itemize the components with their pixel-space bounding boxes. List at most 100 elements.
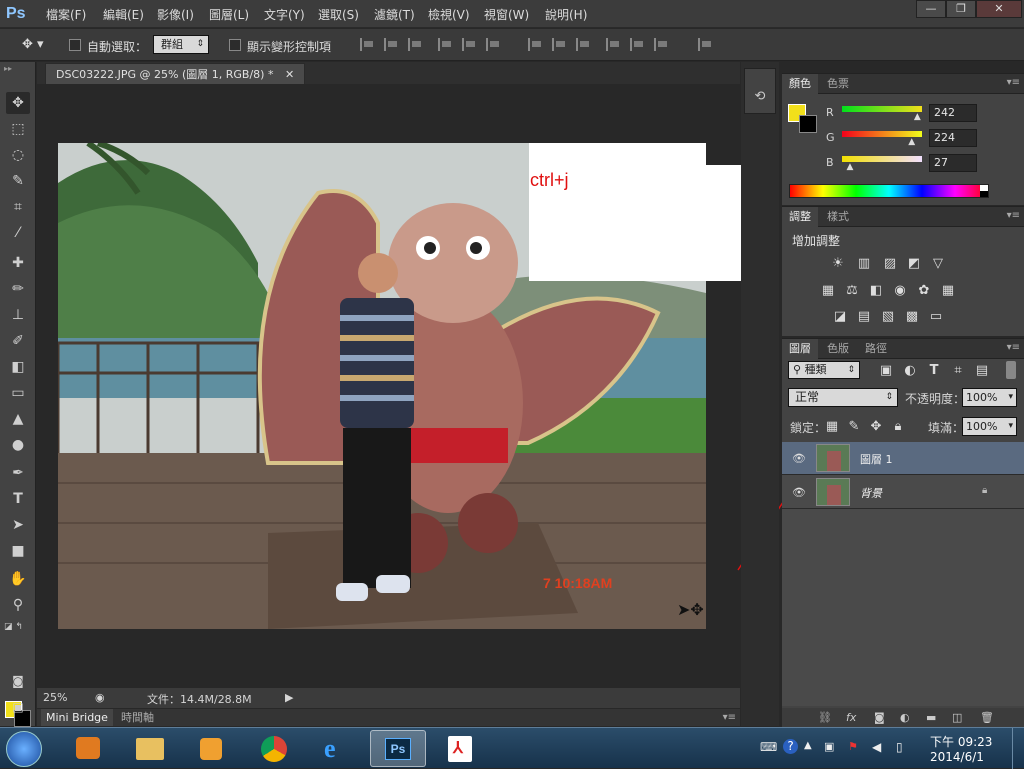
add-mask-icon[interactable]: ◙ xyxy=(874,711,885,724)
restore-button[interactable]: ❐ xyxy=(946,0,976,18)
menu-help[interactable]: 說明(H) xyxy=(545,6,587,23)
layer-row[interactable]: 👁︎ 背景 🔒︎ xyxy=(782,476,1024,509)
eye-visibility-icon[interactable]: 👁︎ xyxy=(792,452,806,465)
document-tab[interactable]: DSC03222.JPG @ 25% (圖層 1, RGB/8) * ✕ xyxy=(45,63,306,84)
menu-select[interactable]: 選取(S) xyxy=(318,6,359,23)
opacity-field[interactable]: 100% ▾ xyxy=(962,388,1017,407)
channel-mixer-icon[interactable]: ✿ xyxy=(916,284,932,298)
default-colors-icon[interactable]: ◪ ↰ xyxy=(4,622,23,632)
color-balance-icon[interactable]: ⚖ xyxy=(844,284,860,298)
taskbar-app-media[interactable] xyxy=(184,730,240,767)
menu-window[interactable]: 視窗(W) xyxy=(484,6,529,23)
new-group-icon[interactable]: ▬ xyxy=(926,711,936,724)
distribute-left-icon[interactable] xyxy=(606,38,620,51)
dodge-tool-icon[interactable]: ● xyxy=(6,434,30,456)
menu-edit[interactable]: 編輯(E) xyxy=(103,6,144,23)
filter-pixel-icon[interactable]: ▣ xyxy=(878,364,894,378)
black-white-icon[interactable]: ◧ xyxy=(868,284,884,298)
distribute-bottom-icon[interactable] xyxy=(576,38,590,51)
path-select-tool-icon[interactable]: ➤ xyxy=(6,514,30,536)
new-layer-icon[interactable]: ◫ xyxy=(952,711,962,724)
type-tool-icon[interactable]: T xyxy=(6,488,30,510)
photoshop-logo-icon[interactable]: Ps xyxy=(6,3,32,25)
screen-mode-icon[interactable]: ▣ xyxy=(6,696,30,718)
filter-toggle-switch[interactable] xyxy=(1006,361,1016,379)
color-panel-menu-icon[interactable]: ▾≡ xyxy=(1007,77,1020,88)
show-desktop-button[interactable] xyxy=(1012,728,1024,769)
levels-icon[interactable]: ▥ xyxy=(856,257,872,271)
brightness-contrast-icon[interactable]: ☀ xyxy=(830,257,846,271)
distribute-hcenter-icon[interactable] xyxy=(630,38,644,51)
filter-smart-object-icon[interactable]: ▤ xyxy=(974,364,990,378)
eyedropper-tool-icon[interactable]: ⁄ xyxy=(6,222,30,244)
filter-type-icon[interactable]: T xyxy=(926,364,942,378)
close-button[interactable]: ✕ xyxy=(976,0,1022,18)
collapse-tools-icon[interactable]: ▸▸ xyxy=(4,64,12,73)
delete-layer-icon[interactable]: 🗑︎ xyxy=(980,711,994,724)
crop-tool-icon[interactable]: ⌗ xyxy=(6,196,30,218)
b-slider[interactable] xyxy=(842,156,922,162)
quick-select-tool-icon[interactable]: ✎ xyxy=(6,170,30,192)
taskbar-app-ie[interactable]: e xyxy=(308,730,364,767)
eraser-tool-icon[interactable]: ◧ xyxy=(6,356,30,378)
marquee-tool-icon[interactable]: ⬚ xyxy=(6,118,30,140)
exposure-icon[interactable]: ◩ xyxy=(906,257,922,271)
b-slider-thumb-icon[interactable]: ▲ xyxy=(846,162,853,172)
threshold-icon[interactable]: ▧ xyxy=(880,310,896,324)
r-slider-thumb-icon[interactable]: ▲ xyxy=(914,112,921,122)
fill-arrow-icon[interactable]: ▾ xyxy=(1008,418,1013,435)
history-icon[interactable]: ⟲ xyxy=(745,89,775,104)
layer-name[interactable]: 背景 xyxy=(860,485,882,501)
photo-filter-icon[interactable]: ◉ xyxy=(892,284,908,298)
status-info-icon[interactable]: ◉ xyxy=(95,691,105,704)
status-expand-icon[interactable]: ▶ xyxy=(285,691,293,704)
align-top-icon[interactable] xyxy=(360,38,374,51)
align-right-icon[interactable] xyxy=(486,38,500,51)
zoom-tool-icon[interactable]: ⚲ xyxy=(6,594,30,616)
taskbar-app-explorer[interactable] xyxy=(122,730,178,767)
taskbar-app-chrome[interactable] xyxy=(246,730,302,767)
g-value-field[interactable]: 224 xyxy=(929,129,977,147)
layer-filter-dropdown[interactable]: ⚲ 種類 ⇕ xyxy=(788,361,860,379)
menu-image[interactable]: 影像(I) xyxy=(157,6,194,23)
tab-color[interactable]: 顏色 xyxy=(782,74,818,94)
lock-position-icon[interactable]: ✥ xyxy=(868,420,884,434)
layer-row[interactable]: 👁︎ 圖層 1 xyxy=(782,442,1024,475)
layer-style-icon[interactable]: fx xyxy=(846,711,856,724)
b-value-field[interactable]: 27 xyxy=(929,154,977,172)
rectangle-tool-icon[interactable]: ■ xyxy=(6,540,30,562)
posterize-icon[interactable]: ▤ xyxy=(856,310,872,324)
color-spectrum-ramp[interactable] xyxy=(789,184,989,198)
volume-icon[interactable]: ◀ xyxy=(872,740,881,754)
lock-image-icon[interactable]: ✎ xyxy=(846,420,862,434)
align-hcenter-icon[interactable] xyxy=(462,38,476,51)
distribute-right-icon[interactable] xyxy=(654,38,668,51)
new-adjustment-icon[interactable]: ◐ xyxy=(900,711,910,724)
keyboard-icon[interactable]: ⌨ xyxy=(760,740,777,754)
vibrance-icon[interactable]: ▽ xyxy=(930,257,946,271)
gradient-map-icon[interactable]: ▭ xyxy=(928,310,944,324)
clone-stamp-tool-icon[interactable]: ⊥ xyxy=(6,304,30,326)
clock-date[interactable]: 2014/6/1 xyxy=(930,750,984,764)
filter-shape-icon[interactable]: ⌗ xyxy=(950,364,966,378)
tray-app-icon[interactable]: ▣ xyxy=(824,740,834,753)
show-hidden-icons-icon[interactable]: ▲ xyxy=(804,740,812,751)
distribute-top-icon[interactable] xyxy=(528,38,542,51)
g-slider-thumb-icon[interactable]: ▲ xyxy=(908,137,915,147)
tab-channels[interactable]: 色版 xyxy=(820,339,856,359)
bottom-panel-menu-icon[interactable]: ▾≡ xyxy=(723,709,736,726)
align-bottom-icon[interactable] xyxy=(408,38,422,51)
healing-brush-tool-icon[interactable]: ✚ xyxy=(6,252,30,274)
menu-file[interactable]: 檔案(F) xyxy=(46,6,86,23)
mini-bridge-tab[interactable]: Mini Bridge xyxy=(41,709,113,726)
adjustments-panel-menu-icon[interactable]: ▾≡ xyxy=(1007,210,1020,221)
filter-adjustment-icon[interactable]: ◐ xyxy=(902,364,918,378)
align-left-icon[interactable] xyxy=(438,38,452,51)
invert-icon[interactable]: ◪ xyxy=(832,310,848,324)
menu-filter[interactable]: 濾鏡(T) xyxy=(374,6,415,23)
timeline-tab[interactable]: 時間軸 xyxy=(121,709,154,726)
minimize-button[interactable]: — xyxy=(916,0,946,18)
color-lookup-icon[interactable]: ▦ xyxy=(940,284,956,298)
show-transform-checkbox[interactable] xyxy=(229,39,241,51)
network-warning-icon[interactable]: ⚑ xyxy=(848,740,858,753)
